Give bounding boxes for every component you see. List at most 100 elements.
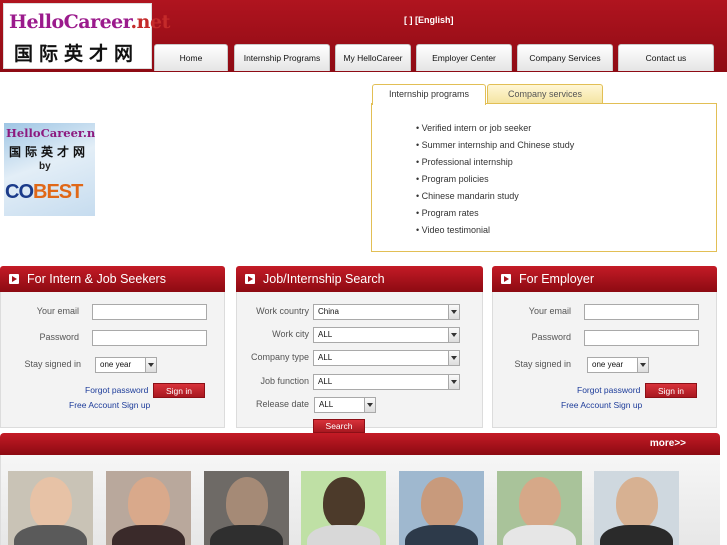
- nav-home[interactable]: Home: [154, 44, 228, 71]
- company-type-label: Company type: [250, 352, 309, 362]
- side-logo-chinese: 国际英才网: [9, 145, 90, 159]
- seeker-forgot-password-link[interactable]: Forgot password: [85, 385, 148, 395]
- member-photo-face: [128, 477, 170, 529]
- employer-stay-select[interactable]: one year: [587, 357, 649, 373]
- program-link-mandarin[interactable]: • Chinese mandarin study: [416, 188, 574, 205]
- member-photo-face: [421, 477, 463, 529]
- work-city-label: Work city: [272, 329, 309, 339]
- employer-stay-value: one year: [592, 360, 624, 369]
- program-links-list: • Verified intern or job seeker • Summer…: [416, 120, 574, 239]
- employer-box-header: For Employer: [492, 266, 717, 292]
- seeker-form: Your email Password Stay signed in one y…: [0, 292, 225, 428]
- member-photo-shoulders: [14, 525, 87, 545]
- programs-tab-panel: Internship programs Company services • V…: [371, 84, 717, 252]
- job-function-value: ALL: [318, 377, 333, 386]
- member-photo-face: [323, 477, 365, 529]
- nav-contact-us[interactable]: Contact us: [618, 44, 714, 71]
- nav-employer-center[interactable]: Employer Center: [416, 44, 512, 71]
- header-bar: HelloCareer.net 国际英才网 [ ] [English] Home…: [0, 0, 727, 72]
- language-switch[interactable]: [ ] [English]: [404, 15, 454, 25]
- member-photo-shoulders: [600, 525, 673, 545]
- release-date-value: ALL: [319, 400, 334, 409]
- member-photo-face: [616, 477, 658, 529]
- employer-form: Your email Password Stay signed in one y…: [492, 292, 717, 428]
- release-date-label: Release date: [255, 399, 309, 409]
- logo-text: HelloCareer.net: [9, 11, 170, 33]
- job-function-select[interactable]: ALL: [313, 374, 460, 390]
- company-type-value: ALL: [318, 353, 333, 362]
- member-photo[interactable]: [497, 471, 582, 545]
- seeker-signup-link[interactable]: Free Account Sign up: [69, 400, 150, 410]
- member-photo-strip: [0, 455, 720, 545]
- arrow-right-icon: [245, 274, 255, 284]
- program-link-policies[interactable]: • Program policies: [416, 171, 574, 188]
- member-photo-shoulders: [503, 525, 576, 545]
- seeker-signin-button[interactable]: Sign in: [153, 383, 205, 398]
- program-link-rates[interactable]: • Program rates: [416, 205, 574, 222]
- tab-company-services[interactable]: Company services: [487, 84, 603, 104]
- site-logo[interactable]: HelloCareer.net 国际英才网: [3, 3, 170, 69]
- arrow-right-icon: [501, 274, 511, 284]
- seeker-email-label: Your email: [36, 306, 79, 316]
- more-link[interactable]: more>>: [650, 438, 686, 449]
- seeker-stay-value: one year: [100, 360, 132, 369]
- arrow-right-icon: [9, 274, 19, 284]
- work-city-value: ALL: [318, 330, 333, 339]
- company-type-select[interactable]: ALL: [313, 350, 460, 366]
- employer-forgot-password-link[interactable]: Forgot password: [577, 385, 640, 395]
- search-button[interactable]: Search: [313, 419, 365, 433]
- seeker-password-label: Password: [39, 332, 79, 342]
- member-photo-face: [226, 477, 268, 529]
- employer-password-label: Password: [531, 332, 571, 342]
- chevron-down-icon: [364, 398, 375, 412]
- chevron-down-icon: [145, 358, 156, 372]
- nav-company-services[interactable]: Company Services: [517, 44, 613, 71]
- side-logo-text: HelloCareer.net: [6, 126, 95, 140]
- member-photo-face: [519, 477, 561, 529]
- member-photo[interactable]: [594, 471, 679, 545]
- employer-signin-button[interactable]: Sign in: [645, 383, 697, 398]
- program-link-professional[interactable]: • Professional internship: [416, 154, 574, 171]
- chevron-down-icon: [448, 305, 459, 319]
- nav-my-hellocareer[interactable]: My HelloCareer: [335, 44, 411, 71]
- member-photo-shoulders: [210, 525, 283, 545]
- nav-internship-programs[interactable]: Internship Programs: [234, 44, 330, 71]
- employer-signup-link[interactable]: Free Account Sign up: [561, 400, 642, 410]
- member-photo[interactable]: [301, 471, 386, 545]
- seeker-box-header: For Intern & Job Seekers: [0, 266, 225, 292]
- work-country-select[interactable]: China: [313, 304, 460, 320]
- seeker-box-title: For Intern & Job Seekers: [27, 272, 166, 286]
- chevron-down-icon: [448, 351, 459, 365]
- tab-content: • Verified intern or job seeker • Summer…: [371, 103, 717, 252]
- program-link-video[interactable]: • Video testimonial: [416, 222, 574, 239]
- program-link-verified[interactable]: • Verified intern or job seeker: [416, 120, 574, 137]
- release-date-select[interactable]: ALL: [314, 397, 376, 413]
- member-photo[interactable]: [8, 471, 93, 545]
- seeker-password-input[interactable]: [92, 330, 207, 346]
- work-city-select[interactable]: ALL: [313, 327, 460, 343]
- member-photo-shoulders: [405, 525, 478, 545]
- work-country-label: Work country: [256, 306, 309, 316]
- member-photo-shoulders: [112, 525, 185, 545]
- search-box-title: Job/Internship Search: [263, 272, 385, 286]
- employer-stay-label: Stay signed in: [514, 359, 571, 369]
- seeker-email-input[interactable]: [92, 304, 207, 320]
- search-box-header: Job/Internship Search: [236, 266, 483, 292]
- member-photo[interactable]: [204, 471, 289, 545]
- member-photo[interactable]: [106, 471, 191, 545]
- employer-box-title: For Employer: [519, 272, 595, 286]
- logo-chinese-text: 国际英才网: [14, 43, 140, 65]
- tab-internship-programs[interactable]: Internship programs: [372, 84, 486, 105]
- member-photo-shoulders: [307, 525, 380, 545]
- employer-email-label: Your email: [528, 306, 571, 316]
- cobest-logo-image[interactable]: HelloCareer.net 国际英才网 by COBEST: [4, 123, 95, 216]
- member-photo-face: [30, 477, 72, 529]
- side-logo-by: by: [39, 161, 51, 172]
- search-form: Work country China Work city ALL Company…: [236, 292, 483, 433]
- employer-email-input[interactable]: [584, 304, 699, 320]
- program-link-summer[interactable]: • Summer internship and Chinese study: [416, 137, 574, 154]
- member-photo[interactable]: [399, 471, 484, 545]
- seeker-stay-select[interactable]: one year: [95, 357, 157, 373]
- chevron-down-icon: [637, 358, 648, 372]
- employer-password-input[interactable]: [584, 330, 699, 346]
